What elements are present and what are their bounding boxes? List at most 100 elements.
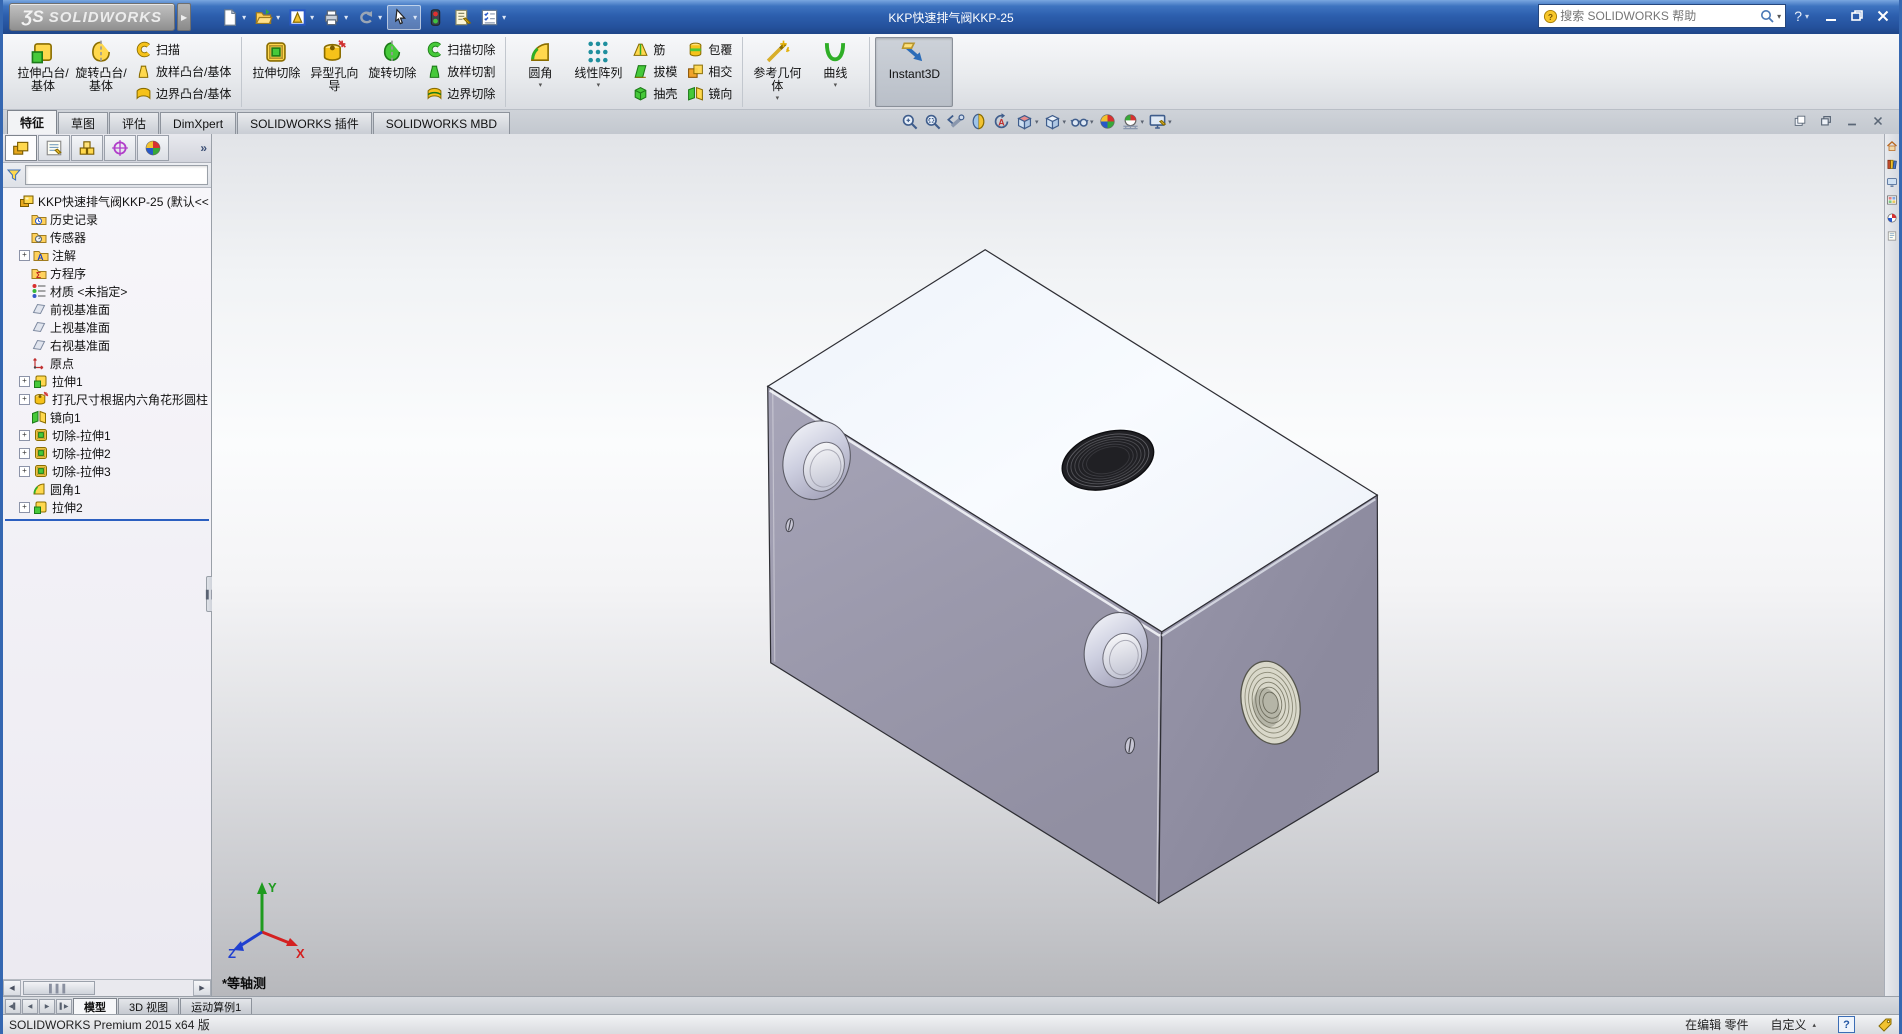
tree-item[interactable]: + 拉伸2: [5, 498, 211, 516]
previous-view-button[interactable]: [946, 112, 965, 131]
tag-icon[interactable]: [1877, 1017, 1893, 1033]
ribbon-button-boundary-cut[interactable]: 边界切除: [423, 82, 498, 104]
panel-tabs-more[interactable]: »: [200, 141, 207, 155]
tree-expander[interactable]: +: [19, 447, 30, 459]
taskpane-design-library-button[interactable]: [1886, 158, 1898, 170]
rebuild-button[interactable]: [423, 6, 448, 29]
help-search-box[interactable]: ? ▾: [1538, 4, 1787, 28]
tree-item[interactable]: + 切除-拉伸1: [5, 426, 211, 444]
tree-expander[interactable]: +: [19, 393, 30, 405]
undo-button[interactable]: ▾: [353, 6, 385, 29]
ribbon-button-rib[interactable]: 筋: [629, 38, 680, 60]
tree-root-item[interactable]: KKP快速排气阀KKP-25 (默认<<: [5, 192, 211, 210]
ribbon-button-wrap[interactable]: 包覆: [684, 38, 735, 60]
panel-tab-configurationmanager[interactable]: [71, 135, 103, 161]
tree-expander[interactable]: +: [19, 375, 30, 387]
select-button[interactable]: ▾: [387, 4, 422, 30]
ribbon-button-draft[interactable]: 拔模: [629, 60, 680, 82]
tree-item[interactable]: 材质 <未指定>: [5, 282, 211, 300]
tree-expander[interactable]: +: [19, 465, 30, 477]
tree-item[interactable]: 右视基准面: [5, 336, 211, 354]
scroll-right-arrow[interactable]: ▶: [193, 980, 211, 996]
window-minimize-button[interactable]: [1823, 8, 1839, 24]
zoom-area-button[interactable]: [923, 112, 942, 131]
taskpane-file-explorer-button[interactable]: [1886, 176, 1898, 188]
ribbon-button-instant3d[interactable]: Instant3D: [875, 37, 954, 107]
view-settings-button[interactable]: ▾: [1148, 112, 1172, 131]
taskpane-resources-button[interactable]: [1886, 140, 1898, 152]
tree-item[interactable]: + 切除-拉伸3: [5, 462, 211, 480]
window-close-button[interactable]: [1875, 8, 1891, 24]
ribbon-button-intersect[interactable]: 相交: [684, 60, 735, 82]
tree-item[interactable]: Σ 方程序: [5, 264, 211, 282]
graphics-viewport[interactable]: Y X Z *等轴测: [212, 134, 1884, 996]
ribbon-button-curves[interactable]: 曲线 ▾: [806, 37, 864, 107]
display-style-button[interactable]: ▾: [1043, 112, 1066, 131]
ribbon-button-revolve-boss[interactable]: 旋转凸台/基体: [72, 37, 130, 107]
filter-icon[interactable]: [6, 167, 22, 183]
taskpane-view-palette-button[interactable]: [1886, 194, 1898, 206]
panel-tab-displaymanager[interactable]: [137, 135, 169, 161]
panel-tab-propertymanager[interactable]: [38, 135, 70, 161]
tree-item[interactable]: + 切除-拉伸2: [5, 444, 211, 462]
ribbon-button-sweep[interactable]: 扫描: [132, 38, 234, 60]
tree-item[interactable]: 前视基准面: [5, 300, 211, 318]
doc-cascade-button[interactable]: [1793, 114, 1807, 128]
ribbon-button-shell[interactable]: 抽壳: [629, 82, 680, 104]
doctab-nav-last[interactable]: ▌▶: [56, 999, 72, 1014]
taskpane-custom-properties-button[interactable]: [1886, 230, 1898, 242]
menu-expand-arrow[interactable]: ▶: [177, 3, 192, 31]
hide-show-items-button[interactable]: ▾: [1070, 112, 1094, 131]
ribbon-button-boss-extrude[interactable]: 拉伸凸台/基体: [14, 37, 72, 107]
options-button[interactable]: ▾: [477, 6, 509, 29]
command-tab-SOLIDWORKS MBD[interactable]: SOLIDWORKS MBD: [372, 112, 511, 134]
doc-tab-3D 视图[interactable]: 3D 视图: [118, 998, 180, 1014]
doctab-nav-first[interactable]: ◀▌: [5, 999, 21, 1014]
units-selector[interactable]: 自定义 ▴: [1770, 1016, 1816, 1033]
file-properties-button[interactable]: [450, 6, 475, 29]
tree-item[interactable]: 上视基准面: [5, 318, 211, 336]
search-input[interactable]: [1558, 8, 1760, 24]
quick-tips-icon[interactable]: ?: [1838, 1016, 1855, 1033]
panel-tab-featuremanager[interactable]: [5, 135, 37, 161]
doc-tab-模型[interactable]: 模型: [73, 998, 117, 1014]
open-button[interactable]: ▾: [251, 6, 283, 29]
ribbon-button-cut-extrude[interactable]: 拉伸切除: [247, 37, 305, 107]
apply-scene-button[interactable]: ▾: [1121, 112, 1144, 131]
tree-item[interactable]: 镜向1: [5, 408, 211, 426]
rotate-view-button[interactable]: A: [992, 112, 1011, 131]
doctab-nav-next[interactable]: ▶: [39, 999, 55, 1014]
tree-item[interactable]: 圆角1: [5, 480, 211, 498]
ribbon-button-loft-cut[interactable]: 放样切割: [423, 60, 498, 82]
tree-item[interactable]: 传感器: [5, 228, 211, 246]
doctab-nav-prev[interactable]: ◀: [22, 999, 38, 1014]
command-tab-评估[interactable]: 评估: [109, 112, 160, 134]
taskpane-appearances-button[interactable]: [1886, 212, 1898, 224]
view-orientation-button[interactable]: ▾: [1015, 112, 1039, 131]
ribbon-button-loft[interactable]: 放样凸台/基体: [132, 60, 234, 82]
tree-item[interactable]: 历史记录: [5, 210, 211, 228]
print-button[interactable]: ▾: [319, 6, 351, 29]
doc-restore-button[interactable]: [1819, 114, 1833, 128]
help-menu[interactable]: ? ▾: [1794, 8, 1809, 24]
tree-expander[interactable]: +: [19, 429, 30, 441]
doc-minimize-button[interactable]: [1845, 114, 1859, 128]
section-view-button[interactable]: [969, 112, 988, 131]
ribbon-button-boundary[interactable]: 边界凸台/基体: [132, 82, 234, 104]
ribbon-button-refgeom[interactable]: 参考几何体 ▾: [748, 37, 806, 107]
ribbon-button-mirror[interactable]: 镜向: [684, 82, 735, 104]
rollback-bar[interactable]: [5, 519, 209, 521]
tree-expander[interactable]: +: [19, 501, 30, 513]
doc-close-button[interactable]: [1871, 114, 1885, 128]
ribbon-button-revolve-cut[interactable]: 旋转切除: [363, 37, 421, 107]
scroll-thumb[interactable]: ▌▌▌: [23, 981, 95, 995]
command-tab-草图[interactable]: 草图: [58, 112, 109, 134]
command-tab-SOLIDWORKS 插件[interactable]: SOLIDWORKS 插件: [237, 112, 372, 134]
panel-tab-dimxpertmanager[interactable]: [104, 135, 136, 161]
zoom-fit-button[interactable]: [900, 112, 919, 131]
filter-input[interactable]: [25, 165, 208, 185]
search-icon[interactable]: [1759, 8, 1775, 24]
tree-expander[interactable]: +: [19, 249, 30, 261]
make-drawing-button[interactable]: ▾: [285, 6, 317, 29]
doc-tab-运动算例1[interactable]: 运动算例1: [180, 998, 253, 1014]
